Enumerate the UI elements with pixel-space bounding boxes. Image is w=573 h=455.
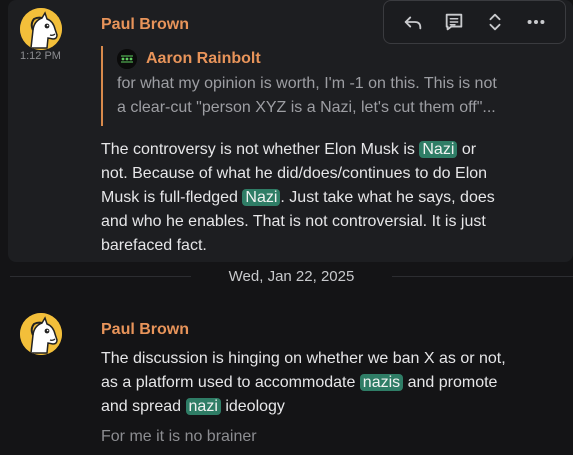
more-options-icon <box>527 19 545 25</box>
body-text: The discussion is hinging on whether we … <box>101 350 506 367</box>
message-timeline: Paul Brown 1:12 PM Aaron Rainbolt for wh… <box>0 0 573 455</box>
message-timestamp[interactable]: 1:12 PM <box>20 50 61 62</box>
message-body: The controversy is not whether Elon Musk… <box>101 138 541 258</box>
reply-avatar <box>117 49 137 69</box>
expand-icon <box>489 13 501 31</box>
followup-message: For me it is no brainer <box>101 428 257 445</box>
mention-pill[interactable]: Nazi <box>242 189 281 206</box>
body-text: barefaced fact. <box>101 237 207 254</box>
body-text: Musk is full-fledged <box>101 189 243 206</box>
body-text: or <box>457 141 477 158</box>
message-action-toolbar <box>383 0 566 44</box>
separator-line <box>10 275 191 277</box>
reply-button[interactable] <box>397 6 429 38</box>
body-line: Musk is full-fledged Nazi. Just take wha… <box>101 186 541 210</box>
sender-name[interactable]: Paul Brown <box>101 321 189 339</box>
body-text: The controversy is not whether Elon Musk… <box>101 141 420 158</box>
body-line: and who he enables. That is not controve… <box>101 210 541 234</box>
body-text: . Just take what he says, does <box>280 189 495 206</box>
body-text: ideology <box>220 398 285 415</box>
body-line: as a platform used to accommodate nazis … <box>101 371 551 395</box>
reply-avatar-icon <box>117 49 137 69</box>
more-options-button[interactable] <box>520 6 552 38</box>
body-line: not. Because of what he did/does/continu… <box>101 162 541 186</box>
reply-text-line: for what my opinion is worth, I'm -1 on … <box>117 75 497 92</box>
body-line: and spread nazi ideology <box>101 395 551 419</box>
body-text: and promote <box>403 374 498 391</box>
date-separator-label: Wed, Jan 22, 2025 <box>228 267 355 285</box>
thread-icon <box>445 13 463 31</box>
mention-pill[interactable]: Nazi <box>419 141 458 158</box>
body-text: as a platform used to accommodate <box>101 374 360 391</box>
body-text: not. Because of what he did/does/continu… <box>101 165 488 182</box>
body-text: and spread <box>101 398 186 415</box>
avatar[interactable] <box>20 313 62 355</box>
date-separator: Wed, Jan 22, 2025 <box>10 264 573 288</box>
mention-pill[interactable]: nazi <box>185 398 221 415</box>
body-line: barefaced fact. <box>101 234 541 258</box>
body-text: and who he enables. That is not controve… <box>101 213 486 230</box>
expand-button[interactable] <box>479 6 511 38</box>
reply-author[interactable]: Aaron Rainbolt <box>146 50 261 68</box>
avatar[interactable] <box>20 8 62 50</box>
message-body: The discussion is hinging on whether we … <box>101 347 551 419</box>
body-line: The discussion is hinging on whether we … <box>101 347 551 371</box>
body-line: The controversy is not whether Elon Musk… <box>101 138 541 162</box>
separator-line <box>392 275 573 277</box>
mention-pill[interactable]: nazis <box>359 374 404 391</box>
horse-avatar-icon <box>20 313 62 355</box>
reply-icon <box>404 16 421 30</box>
reply-text-line: a clear-cut "person XYZ is a Nazi, let's… <box>117 99 496 116</box>
horse-avatar-icon <box>20 8 62 50</box>
thread-button[interactable] <box>438 6 470 38</box>
reply-quote[interactable]: Aaron Rainbolt for what my opinion is wo… <box>101 46 531 126</box>
sender-name[interactable]: Paul Brown <box>101 16 189 34</box>
reply-header: Aaron Rainbolt <box>117 46 531 72</box>
